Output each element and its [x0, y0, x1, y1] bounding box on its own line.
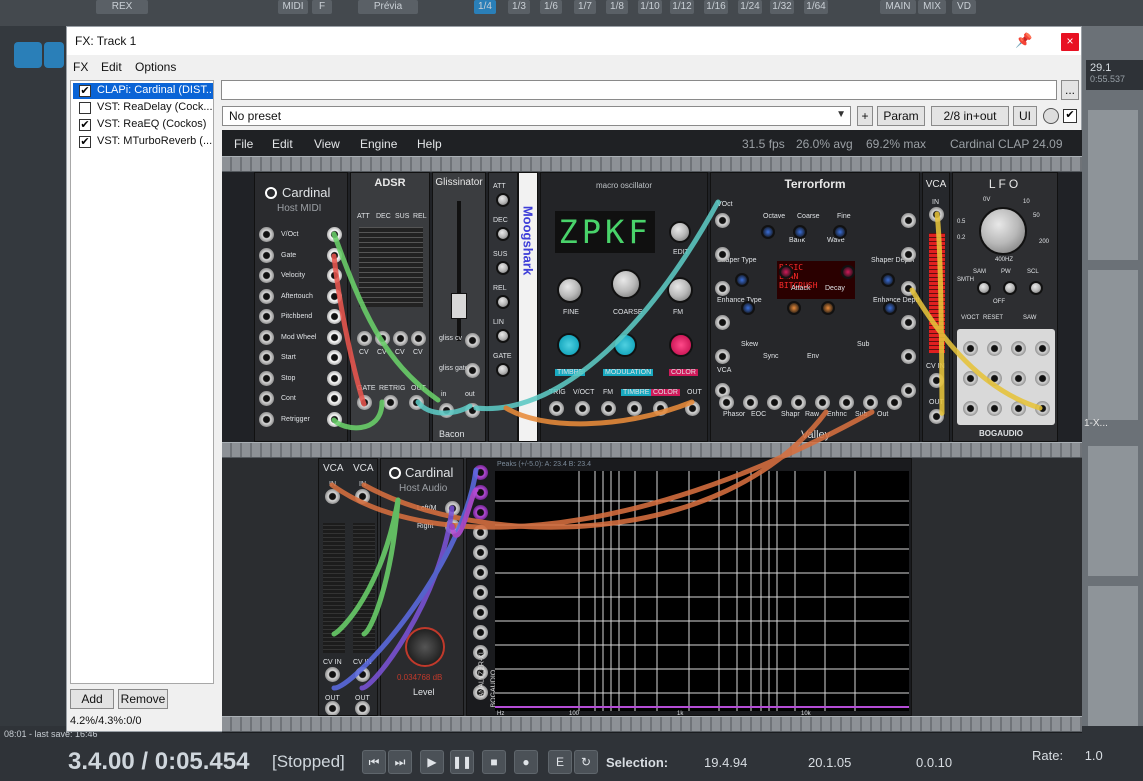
grid-32-button[interactable]: 1/32 [770, 0, 794, 14]
forward-icon[interactable]: ⏭ [388, 750, 412, 774]
daw-arrange-view: 1-X... [1082, 26, 1143, 726]
transport-state: [Stopped] [272, 752, 345, 771]
grid-tenth-button[interactable]: 1/10 [638, 0, 662, 14]
remove-fx-button[interactable]: Remove [118, 689, 168, 709]
rewind-icon[interactable]: ⏮ [362, 750, 386, 774]
ui-button[interactable]: UI [1013, 106, 1037, 126]
grid-sixteenth-button[interactable]: 1/16 [704, 0, 728, 14]
rate-display[interactable]: Rate: 1.0 [1032, 748, 1103, 763]
selection-end[interactable]: 20.1.05 [808, 755, 851, 770]
track-label: 1-X... [1084, 418, 1108, 429]
grid-64-button[interactable]: 1/64 [804, 0, 828, 14]
fx-chain-list: ✔ CLAPi: Cardinal (DIST... VST: ReaDelay … [70, 80, 214, 684]
f-button[interactable]: F [312, 0, 332, 14]
close-icon[interactable]: × [1061, 33, 1079, 51]
ruler-time: 29.1 [1090, 62, 1112, 74]
add-fx-button[interactable]: Add [70, 689, 114, 709]
param-button[interactable]: Param [877, 106, 925, 126]
patch-cables[interactable] [222, 130, 1082, 733]
chevron-down-icon: ▼ [836, 109, 846, 120]
fx-enable-checkbox[interactable]: ✔ [79, 136, 91, 148]
fx-enable-checkbox[interactable]: ✔ [79, 119, 91, 131]
previa-button[interactable]: Prévia [358, 0, 418, 14]
position-display[interactable]: 3.4.00 / 0:05.454 [68, 748, 249, 776]
bypass-checkbox[interactable]: ✔ [1063, 109, 1077, 123]
grid-sixth-button[interactable]: 1/6 [540, 0, 562, 14]
record-icon[interactable]: ● [514, 750, 538, 774]
selection-label: Selection: [606, 755, 669, 770]
track-lane [1088, 270, 1138, 420]
mix-button[interactable]: MIX [918, 0, 946, 14]
rate-value: 1.0 [1084, 748, 1103, 763]
preset-select[interactable]: No preset ▼ [222, 106, 851, 126]
selection-length[interactable]: 0.0.10 [916, 755, 952, 770]
grid-seventh-button[interactable]: 1/7 [574, 0, 596, 14]
loop-icon[interactable]: ↻ [574, 750, 598, 774]
grid-24-button[interactable]: 1/24 [738, 0, 762, 14]
more-button[interactable]: ... [1061, 80, 1079, 100]
grid-quarter-button[interactable]: 1/4 [474, 0, 496, 14]
cardinal-plugin-ui: File Edit View Engine Help 31.5 fps 26.0… [222, 130, 1082, 733]
daw-toolbar: REX MIDI F Prévia 1/4 1/3 1/6 1/7 1/8 1/… [0, 0, 1143, 26]
screen: REX MIDI F Prévia 1/4 1/3 1/6 1/7 1/8 1/… [0, 0, 1143, 781]
menu-fx[interactable]: FX [73, 60, 88, 74]
fx-name-field[interactable] [221, 80, 1057, 100]
daw-left-panel [0, 26, 66, 726]
wet-knob-icon[interactable] [1043, 108, 1059, 124]
curve-icon[interactable] [44, 42, 64, 68]
preset-value: No preset [229, 109, 282, 123]
fx-menubar: FX Edit Options [67, 55, 1081, 77]
cpu-usage-text: 4.2%/4.3%:0/0 [70, 715, 142, 727]
fx-titlebar[interactable]: FX: Track 1 📌 × [67, 27, 1081, 55]
io-routing-button[interactable]: 2/8 in+out [931, 106, 1009, 126]
menu-edit[interactable]: Edit [101, 60, 122, 74]
add-preset-button[interactable]: + [857, 106, 873, 126]
vd-button[interactable]: VD [952, 0, 976, 14]
grid-third-button[interactable]: 1/3 [508, 0, 530, 14]
stop-icon[interactable]: ■ [482, 750, 506, 774]
track-lane [1088, 446, 1138, 576]
rex-button[interactable]: REX [96, 0, 148, 14]
play-mode-icon[interactable] [14, 42, 42, 68]
track-lane [1088, 110, 1138, 260]
fx-enable-checkbox[interactable] [79, 102, 91, 114]
ruler-subtime: 0:55.537 [1090, 74, 1126, 84]
fx-window: FX: Track 1 📌 × FX Edit Options ✔ CLAPi: … [66, 26, 1082, 733]
menu-options[interactable]: Options [135, 60, 176, 74]
play-icon[interactable]: ▶ [420, 750, 444, 774]
fx-chain-item[interactable]: ✔ VST: MTurboReverb (... [73, 134, 213, 150]
selection-start[interactable]: 19.4.94 [704, 755, 747, 770]
rate-label: Rate: [1032, 748, 1064, 763]
fx-chain-item[interactable]: ✔ CLAPi: Cardinal (DIST... [73, 83, 213, 99]
edit-icon[interactable]: E [548, 750, 572, 774]
fx-chain-item[interactable]: VST: ReaDelay (Cock... [73, 100, 213, 116]
time-ruler: 29.1 0:55.537 [1086, 60, 1143, 90]
grid-eighth-button[interactable]: 1/8 [606, 0, 628, 14]
midi-button[interactable]: MIDI [278, 0, 308, 14]
pause-icon[interactable]: ❚❚ [450, 750, 474, 774]
grid-twelfth-button[interactable]: 1/12 [670, 0, 694, 14]
main-button[interactable]: MAIN [880, 0, 916, 14]
track-lane [1088, 586, 1138, 726]
fx-enable-checkbox[interactable]: ✔ [79, 85, 91, 97]
pin-icon[interactable]: 📌 [1015, 32, 1032, 49]
fx-chain-item[interactable]: ✔ VST: ReaEQ (Cockos) [73, 117, 213, 133]
fx-window-title: FX: Track 1 [75, 34, 137, 48]
